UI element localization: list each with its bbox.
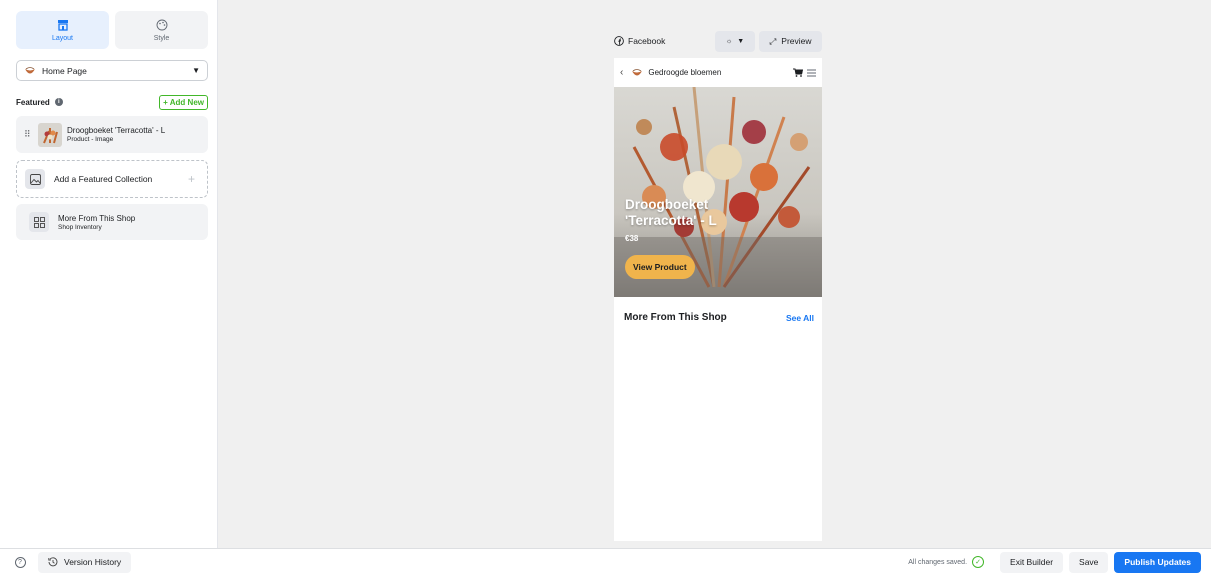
storefront-icon xyxy=(57,19,68,31)
preview-button[interactable]: ⤢ Preview xyxy=(759,30,822,52)
help-button[interactable]: ? xyxy=(10,552,30,572)
add-collection-card[interactable]: Add a Featured Collection + xyxy=(16,160,208,198)
save-button[interactable]: Save xyxy=(1069,551,1109,573)
featured-header: Featured i + Add New xyxy=(16,94,208,110)
preview-toolbar: Facebook ☼ ▼ ⤢ Preview xyxy=(614,30,822,52)
cart-icon[interactable] xyxy=(793,68,803,77)
more-card-subtitle: Shop Inventory xyxy=(58,223,102,231)
page-select[interactable]: Home Page ▼ xyxy=(16,60,208,81)
save-status-text: All changes saved. xyxy=(908,558,968,566)
more-section-title: More From This Shop xyxy=(624,312,727,323)
footer-bar: ? Version History All changes saved. ✓ E… xyxy=(0,548,1211,575)
add-collection-label: Add a Featured Collection xyxy=(54,174,153,184)
help-icon: ? xyxy=(14,556,26,568)
more-from-shop-section: More From This Shop See All xyxy=(624,312,814,323)
chevron-down-icon: ▼ xyxy=(192,66,200,75)
info-icon[interactable]: i xyxy=(54,98,63,106)
sidebar-tabs: Layout Style xyxy=(16,11,208,49)
shop-logo-icon xyxy=(25,66,35,73)
sun-icon: ☼ xyxy=(725,37,733,45)
version-history-label: Version History xyxy=(64,557,122,567)
publish-updates-button[interactable]: Publish Updates xyxy=(1114,551,1201,573)
builder-sidebar: Layout Style Home Page ▼ Featured i + Ad… xyxy=(0,0,218,548)
expand-icon: ⤢ xyxy=(769,35,777,46)
product-thumbnail xyxy=(38,122,62,147)
add-new-button[interactable]: + Add New xyxy=(159,94,208,110)
history-icon xyxy=(48,557,58,567)
drag-handle-icon[interactable]: ⠿ xyxy=(24,129,32,140)
hero-product-title: Droogboeket 'Terracotta' - L xyxy=(625,197,717,228)
platform-label: Facebook xyxy=(614,36,665,46)
save-status: All changes saved. ✓ xyxy=(908,556,985,568)
device-select-button[interactable]: ☼ ▼ xyxy=(715,30,755,52)
shop-name: Gedroogde bloemen xyxy=(648,68,722,77)
menu-icon[interactable] xyxy=(807,69,816,77)
shop-header: ‹ Gedroogde bloemen xyxy=(614,58,822,87)
grid-icon xyxy=(29,212,49,232)
product-card-title: Droogboeket 'Terracotta' - L xyxy=(67,126,166,135)
more-card-title: More From This Shop xyxy=(58,213,136,223)
phone-preview: ‹ Gedroogde bloemen Droogboeket 'Terraco… xyxy=(614,58,822,541)
platform-label-text: Facebook xyxy=(628,36,666,46)
product-card-subtitle: Product - Image xyxy=(67,136,114,143)
palette-icon xyxy=(156,19,167,30)
tab-style[interactable]: Style xyxy=(115,11,208,49)
tab-layout[interactable]: Layout xyxy=(16,11,109,49)
view-product-button[interactable]: View Product xyxy=(625,255,695,279)
version-history-button[interactable]: Version History xyxy=(38,551,132,573)
hero-product-price: €38 xyxy=(625,234,639,243)
image-icon xyxy=(25,169,45,189)
plus-icon[interactable]: + xyxy=(188,172,195,186)
chevron-down-icon: ▼ xyxy=(737,37,745,45)
see-all-link[interactable]: See All xyxy=(786,313,814,323)
exit-builder-button[interactable]: Exit Builder xyxy=(1000,551,1064,573)
more-from-shop-card[interactable]: More From This Shop Shop Inventory xyxy=(16,204,208,240)
back-icon[interactable]: ‹ xyxy=(620,67,623,78)
featured-product-card[interactable]: ⠿ Droogboeket 'Terracotta' - L Product -… xyxy=(16,116,208,153)
page-select-value: Home Page xyxy=(42,65,87,76)
check-circle-icon: ✓ xyxy=(972,556,985,568)
tab-style-label: Style xyxy=(153,34,170,42)
featured-title: Featured xyxy=(16,97,50,107)
facebook-icon xyxy=(614,36,624,46)
tab-layout-label: Layout xyxy=(51,34,74,42)
preview-button-label: Preview xyxy=(781,36,812,46)
shop-logo-icon xyxy=(632,68,643,75)
